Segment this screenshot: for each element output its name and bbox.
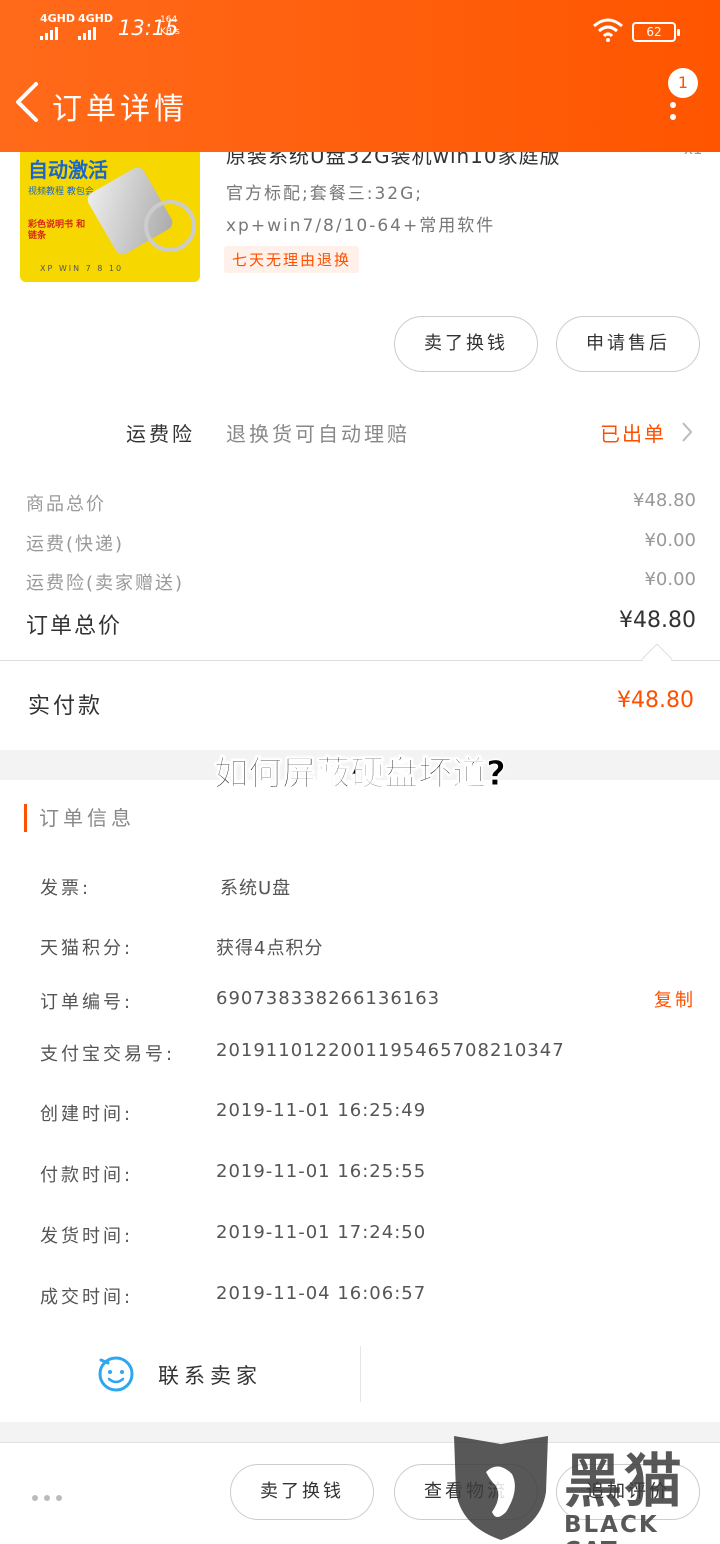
order-total-value: ¥48.80 <box>619 608 696 633</box>
product-image-text-os: XP WIN 7 8 10 <box>40 264 124 273</box>
signal-indicator-1: 4GHD <box>40 12 75 40</box>
info-label-created: 创建时间: <box>40 1104 134 1125</box>
price-value: ¥0.00 <box>644 530 696 551</box>
product-image-text-sub: 视频教程 教包会 <box>28 187 94 197</box>
black-cat-watermark: 黑猫 BLACK CAT <box>446 1430 720 1544</box>
info-label-points: 天猫积分: <box>40 938 134 959</box>
product-sku: 官方标配;套餐三:32G; xp+win7/8/10-64+常用软件 <box>226 178 495 242</box>
price-row-goods: 商品总价 ¥48.80 <box>26 490 696 516</box>
return-policy-tag: 七天无理由退换 <box>224 246 360 273</box>
price-value: ¥48.80 <box>633 490 696 511</box>
info-label-completed: 成交时间: <box>40 1287 134 1308</box>
signal-bars-icon <box>40 27 75 40</box>
key-ring-icon <box>144 200 196 252</box>
info-value-completed: 2019-11-04 16:06:57 <box>216 1283 427 1304</box>
contact-seller-label: 联系卖家 <box>158 1364 262 1388</box>
contact-seller-button[interactable]: 联系卖家 <box>96 1352 346 1396</box>
info-value-alipay-number: 2019110122001195465708210347 <box>216 1040 565 1061</box>
more-menu-button[interactable]: 1 <box>660 68 698 124</box>
price-label: 运费(快递) <box>26 534 125 555</box>
sell-item-button[interactable]: 卖了换钱 <box>394 316 538 372</box>
message-badge: 1 <box>668 68 698 98</box>
copy-order-number-button[interactable]: 复制 <box>654 986 696 1012</box>
chevron-right-icon <box>682 422 693 442</box>
network-speed-value: 164 <box>160 15 178 25</box>
signal-bars-icon <box>78 27 113 40</box>
price-row-insurance: 运费险(卖家赠送) ¥0.00 <box>26 569 696 595</box>
info-value-points: 获得4点积分 <box>216 938 324 959</box>
product-image-text-promo: 彩色说明书 和链条 <box>28 220 86 241</box>
back-button[interactable] <box>12 80 42 124</box>
insurance-status[interactable]: 已出单 <box>600 418 666 447</box>
paid-value: ¥48.80 <box>617 688 694 713</box>
network-type-2: 4GHD <box>78 12 114 25</box>
info-value-shipped: 2019-11-01 17:24:50 <box>216 1222 427 1243</box>
info-label-invoice: 发票: <box>40 878 92 899</box>
dot-icon <box>32 1495 38 1501</box>
chat-smile-icon <box>98 1356 134 1392</box>
info-label-paid: 付款时间: <box>40 1165 134 1186</box>
battery-indicator: 62 <box>632 22 680 42</box>
wifi-icon <box>593 18 623 42</box>
info-value-order-number: 690738338266136163 <box>216 988 441 1009</box>
insurance-description: 退换货可自动理赔 <box>226 422 410 446</box>
info-label-order-number: 订单编号: <box>40 992 134 1013</box>
paid-amount-section <box>0 661 720 749</box>
network-speed-unit: KB/s <box>160 27 180 37</box>
product-sku-line-1: 官方标配;套餐三:32G; <box>226 184 423 204</box>
product-image-text-main: 自动激活 <box>28 158 108 182</box>
price-label: 运费险(卖家赠送) <box>26 573 185 594</box>
network-speed: 164 KB/s <box>160 14 180 38</box>
price-value: ¥0.00 <box>644 569 696 590</box>
dot-icon <box>56 1495 62 1501</box>
info-value-invoice: 系统U盘 <box>220 878 292 899</box>
menu-dot-icon <box>670 114 676 120</box>
info-value-created: 2019-11-01 16:25:49 <box>216 1100 427 1121</box>
watermark-en-text: BLACK CAT <box>564 1512 659 1544</box>
order-info-heading: 订单信息 <box>24 804 135 832</box>
contact-divider <box>360 1346 361 1402</box>
after-sale-button[interactable]: 申请售后 <box>556 316 700 372</box>
menu-dot-icon <box>670 102 676 108</box>
order-total-label: 订单总价 <box>26 614 123 639</box>
price-row-shipping: 运费(快递) ¥0.00 <box>26 530 696 556</box>
info-label-alipay-number: 支付宝交易号: <box>40 1044 176 1065</box>
chevron-left-icon <box>16 82 38 122</box>
price-label: 商品总价 <box>26 494 106 515</box>
insurance-label: 运费险 <box>126 422 195 446</box>
dot-icon <box>44 1495 50 1501</box>
product-image[interactable]: 自动激活 视频教程 教包会 彩色说明书 和链条 XP WIN 7 8 10 <box>20 140 200 282</box>
bottom-sell-button[interactable]: 卖了换钱 <box>230 1464 374 1520</box>
signal-indicator-2: 4GHD <box>78 12 113 40</box>
order-detail-page: 4GHD 4GHD 13:15 164 KB/s 62 订单详情 1 自动激活 … <box>0 0 720 1544</box>
black-cat-logo-icon <box>454 1436 548 1540</box>
overlay-headline: 如何屏蔽硬盘坏道? <box>214 754 507 795</box>
paid-label: 实付款 <box>28 694 104 719</box>
page-title: 订单详情 <box>52 92 188 127</box>
order-total-row: 订单总价 ¥48.80 <box>26 608 696 640</box>
more-actions-button[interactable] <box>32 1486 68 1501</box>
watermark-cn-text: 黑猫 <box>564 1447 685 1515</box>
info-label-shipped: 发货时间: <box>40 1226 134 1247</box>
app-header: 4GHD 4GHD 13:15 164 KB/s 62 订单详情 1 <box>0 0 720 152</box>
status-bar: 4GHD 4GHD 13:15 164 KB/s 62 <box>0 8 720 48</box>
info-value-paid: 2019-11-01 16:25:55 <box>216 1161 427 1182</box>
product-sku-line-2: xp+win7/8/10-64+常用软件 <box>226 216 496 236</box>
network-type-1: 4GHD <box>40 12 76 25</box>
